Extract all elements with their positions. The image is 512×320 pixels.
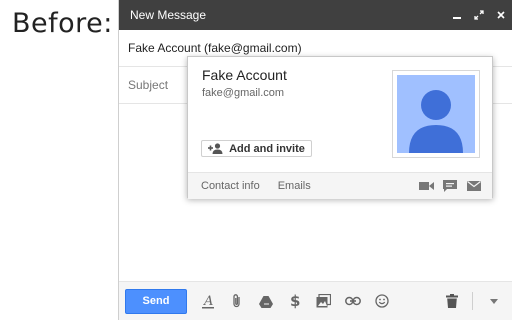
attach-icon[interactable] [222, 287, 251, 315]
compose-title: New Message [130, 8, 207, 22]
emails-link[interactable]: Emails [278, 180, 311, 192]
link-icon[interactable] [338, 287, 367, 315]
contact-name: Fake Account [202, 67, 287, 83]
hovercard-footer: Contact info Emails [188, 172, 492, 199]
contact-photo [392, 70, 480, 158]
video-icon[interactable] [414, 176, 438, 196]
avatar [397, 75, 475, 153]
send-button[interactable]: Send [125, 288, 187, 314]
compose-titlebar[interactable]: New Message [119, 0, 512, 30]
format-text-icon[interactable]: A [193, 287, 222, 315]
svg-text:A: A [203, 294, 213, 309]
trash-icon[interactable] [437, 287, 466, 315]
contact-hovercard: Fake Account fake@gmail.com Add and invi… [187, 56, 493, 199]
drive-icon[interactable] [251, 287, 280, 315]
to-recipient[interactable]: Fake Account (fake@gmail.com) [128, 41, 302, 55]
chat-icon[interactable] [438, 176, 462, 196]
minimize-icon[interactable] [446, 0, 468, 30]
caption: Before: [12, 8, 113, 39]
compose-toolbar: Send A $ [119, 281, 512, 320]
add-and-invite-label: Add and invite [229, 142, 305, 155]
svg-text:$: $ [290, 293, 300, 309]
toolbar-divider [472, 292, 473, 310]
subject-placeholder: Subject [128, 78, 169, 92]
contact-email: fake@gmail.com [202, 87, 285, 99]
popout-icon[interactable] [468, 0, 490, 30]
photo-icon[interactable] [309, 287, 338, 315]
add-person-icon [208, 143, 223, 154]
money-icon[interactable]: $ [280, 287, 309, 315]
more-options-icon[interactable] [479, 287, 508, 315]
emoji-icon[interactable] [367, 287, 396, 315]
mail-icon[interactable] [462, 176, 486, 196]
contact-info-link[interactable]: Contact info [201, 180, 260, 192]
default-avatar-icon [409, 90, 463, 153]
screen: Before: New Message Fake Account (fake@g… [0, 0, 512, 320]
close-icon[interactable] [490, 0, 512, 30]
add-and-invite-button[interactable]: Add and invite [201, 140, 312, 157]
